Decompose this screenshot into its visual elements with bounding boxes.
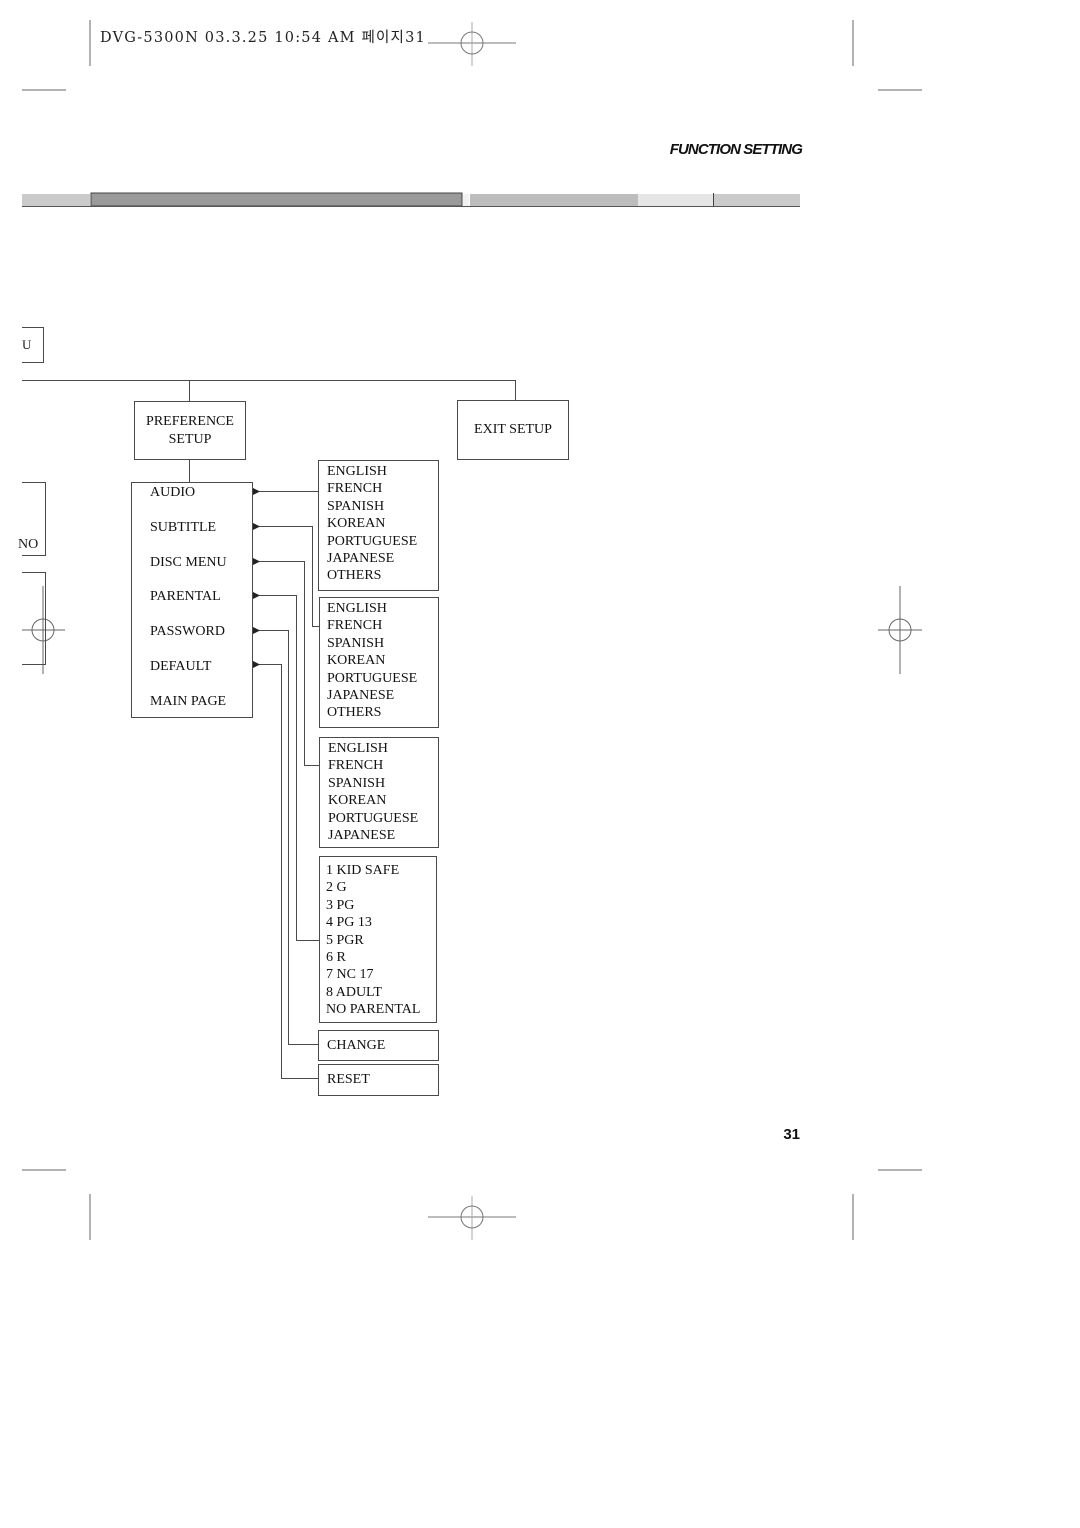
registration-mark-top — [428, 22, 516, 66]
disc-menu-option[interactable]: FRENCH — [328, 757, 438, 774]
menu-item-password[interactable]: PASSWORD — [150, 624, 225, 640]
disc-menu-option[interactable]: PORTUGUESE — [328, 810, 438, 827]
audio-option[interactable]: JAPANESE — [327, 550, 438, 567]
disc-menu-option[interactable]: ENGLISH — [328, 740, 438, 757]
menu-item-disc-menu[interactable]: DISC MENU — [150, 555, 227, 571]
audio-option[interactable]: SPANISH — [327, 498, 438, 515]
cut-off-box-label: U — [22, 337, 32, 352]
parental-option[interactable]: 4 PG 13 — [326, 914, 436, 931]
page-number: 31 — [783, 1126, 800, 1143]
arrow-right-icon — [253, 592, 260, 599]
change-label: CHANGE — [327, 1037, 386, 1053]
preference-menu-box: AUDIO SUBTITLE DISC MENU PARENTAL PASSWO… — [131, 482, 253, 718]
parental-option[interactable]: 7 NC 17 — [326, 966, 436, 983]
audio-option[interactable]: PORTUGUESE — [327, 533, 438, 550]
subtitle-option[interactable]: KOREAN — [327, 652, 438, 669]
arrow-right-icon — [253, 661, 260, 668]
audio-option[interactable]: KOREAN — [327, 515, 438, 532]
arrow-right-icon — [253, 627, 260, 634]
parental-option[interactable]: 8 ADULT — [326, 984, 436, 1001]
disc-menu-option[interactable]: KOREAN — [328, 792, 438, 809]
header-color-bar — [22, 192, 800, 207]
cut-off-box-label: NO — [18, 537, 39, 552]
subtitle-option[interactable]: ENGLISH — [327, 600, 438, 617]
menu-item-subtitle[interactable]: SUBTITLE — [150, 520, 216, 536]
arrow-markers — [253, 488, 260, 668]
disc-menu-options-box: ENGLISH FRENCH SPANISH KOREAN PORTUGUESE… — [319, 737, 439, 848]
parental-option[interactable]: 3 PG — [326, 897, 436, 914]
arrow-right-icon — [253, 488, 260, 495]
registration-mark-left — [22, 586, 65, 674]
parental-option[interactable]: 5 PGR — [326, 932, 436, 949]
subtitle-option[interactable]: SPANISH — [327, 635, 438, 652]
registration-mark-bottom — [428, 1196, 516, 1240]
registration-mark-right — [878, 586, 922, 674]
reset-label: RESET — [327, 1072, 370, 1088]
preference-setup-label-line1: PREFERENCE — [146, 414, 234, 430]
audio-options-box: ENGLISH FRENCH SPANISH KOREAN PORTUGUESE… — [318, 460, 439, 591]
parental-option[interactable]: 1 KID SAFE — [326, 862, 436, 879]
menu-item-audio[interactable]: AUDIO — [150, 485, 195, 501]
preference-setup-label-line2: SETUP — [168, 431, 212, 447]
audio-option[interactable]: ENGLISH — [327, 463, 438, 480]
default-reset-box[interactable]: RESET — [318, 1064, 439, 1096]
audio-option[interactable]: FRENCH — [327, 480, 438, 497]
subtitle-options-box: ENGLISH FRENCH SPANISH KOREAN PORTUGUESE… — [319, 597, 439, 728]
audio-option[interactable]: OTHERS — [327, 567, 438, 584]
subtitle-option[interactable]: JAPANESE — [327, 687, 438, 704]
print-slug: DVG-5300N 03.3.25 10:54 AM 페이지31 — [100, 30, 426, 46]
arrow-right-icon — [253, 523, 260, 530]
parental-option[interactable]: 6 R — [326, 949, 436, 966]
menu-item-default[interactable]: DEFAULT — [150, 659, 211, 675]
parental-option[interactable]: NO PARENTAL — [326, 1001, 436, 1018]
section-title: FUNCTION SETTING — [669, 141, 803, 158]
parental-option[interactable]: 2 G — [326, 879, 436, 896]
parental-options-box: 1 KID SAFE 2 G 3 PG 4 PG 13 5 PGR 6 R 7 … — [319, 856, 437, 1023]
option-connectors — [256, 491, 320, 1079]
menu-item-main-page[interactable]: MAIN PAGE — [150, 694, 226, 710]
diagram-lines — [22, 20, 922, 1240]
subtitle-option[interactable]: FRENCH — [327, 617, 438, 634]
tree-connectors — [22, 327, 516, 665]
exit-setup-label: EXIT SETUP — [474, 422, 552, 438]
exit-setup-box[interactable]: EXIT SETUP — [457, 400, 569, 460]
password-change-box[interactable]: CHANGE — [318, 1030, 439, 1061]
arrow-right-icon — [253, 558, 260, 565]
preference-setup-box[interactable]: PREFERENCE SETUP — [134, 401, 246, 460]
disc-menu-option[interactable]: SPANISH — [328, 775, 438, 792]
menu-item-parental[interactable]: PARENTAL — [150, 589, 221, 605]
disc-menu-option[interactable]: JAPANESE — [328, 827, 438, 844]
subtitle-option[interactable]: PORTUGUESE — [327, 670, 438, 687]
subtitle-option[interactable]: OTHERS — [327, 704, 438, 721]
